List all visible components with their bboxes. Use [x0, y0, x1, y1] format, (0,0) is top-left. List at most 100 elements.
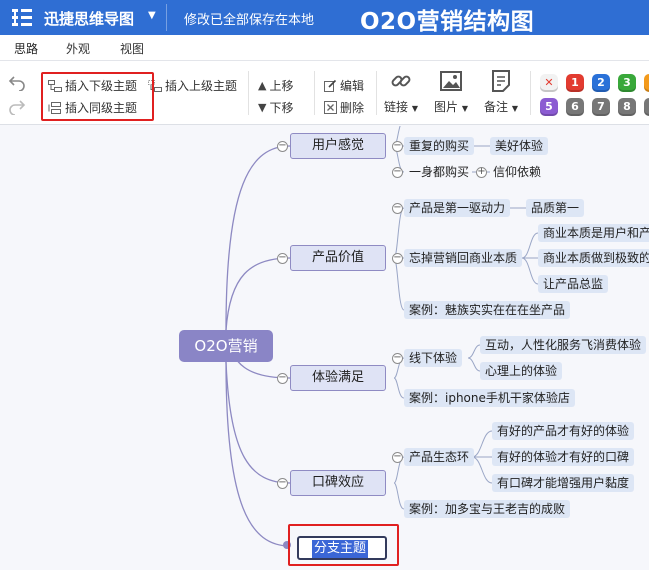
collapse-toggle[interactable]: −	[392, 353, 403, 364]
topic-buy-all[interactable]: 一身都购买	[404, 163, 474, 181]
tab-idea[interactable]: 思路	[14, 40, 38, 57]
undo-icon[interactable]	[8, 75, 26, 91]
new-topic-text[interactable]: 分支主题	[312, 540, 369, 558]
topic-user-stickiness[interactable]: 有口碑才能增强用户黏度	[492, 474, 635, 492]
toolbar-separator	[530, 71, 531, 115]
topic-user-feeling[interactable]: 用户感觉	[290, 133, 386, 159]
tab-appearance[interactable]: 外观	[66, 40, 90, 57]
toolbar: 插入下级主题 插入上级主题 插入同级主题 ▲ 上移 ▼ 下移 编辑 删除 链接 …	[0, 61, 649, 125]
delete-icon	[324, 101, 337, 114]
link-icon	[391, 75, 411, 87]
collapse-toggle[interactable]: −	[392, 253, 403, 264]
topic-case-iphone[interactable]: 案例：iphone手机干家体验店	[404, 389, 575, 407]
topic-product-value[interactable]: 产品价值	[290, 245, 386, 271]
redo-icon[interactable]	[8, 99, 26, 115]
collapse-toggle[interactable]: −	[277, 373, 288, 384]
topic-experience[interactable]: 体验满足	[290, 365, 386, 391]
link-button[interactable]: 链接 ▼	[379, 69, 423, 115]
delete-button[interactable]: 删除	[324, 99, 364, 116]
tab-view[interactable]: 视图	[120, 40, 144, 57]
app-title[interactable]: 迅捷思维导图	[44, 8, 134, 29]
topic-repeat-purchase[interactable]: 重复的购买	[404, 137, 475, 155]
arrow-up-icon: ▲	[258, 79, 267, 92]
image-button[interactable]: 图片 ▼	[429, 69, 473, 115]
topic-faith-dependence[interactable]: 信仰依赖	[488, 163, 546, 181]
collapse-toggle[interactable]: −	[392, 167, 403, 178]
priority-4-icon[interactable]: 4	[644, 74, 649, 92]
topic-psychological-experience[interactable]: 心理上的体验	[480, 362, 563, 380]
insert-sibling-label: 插入同级主题	[65, 101, 138, 115]
ribbon-tabs: 思路 外观 视图	[0, 35, 649, 61]
insert-child-button[interactable]: 插入下级主题	[48, 77, 137, 94]
move-up-button[interactable]: ▲ 上移	[258, 77, 293, 94]
note-button[interactable]: 备注 ▼	[479, 69, 523, 115]
priority-9-icon[interactable]: 9	[644, 98, 649, 116]
note-label: 备注	[484, 100, 509, 114]
mindmap-canvas[interactable]: O2O营销 − 用户感觉 − 重复的购买 美好体验 − 一身都购买 + 信仰依赖…	[0, 126, 649, 570]
priority-3-icon[interactable]: 3	[618, 74, 636, 92]
topic-product-director[interactable]: 让产品总监	[538, 275, 609, 293]
root-topic[interactable]: O2O营销	[179, 330, 273, 362]
branch-dot	[283, 541, 291, 549]
priority-clear-icon[interactable]: ✕	[540, 74, 558, 92]
move-down-label: 下移	[269, 101, 294, 115]
delete-label: 删除	[340, 101, 365, 115]
priority-6-icon[interactable]: 6	[566, 98, 584, 116]
insert-parent-button[interactable]: 插入上级主题	[148, 77, 237, 94]
move-down-button[interactable]: ▼ 下移	[258, 99, 293, 116]
collapse-toggle[interactable]: −	[277, 141, 288, 152]
insert-child-label: 插入下级主题	[65, 79, 138, 93]
title-divider	[166, 4, 167, 31]
topic-forget-marketing[interactable]: 忘掉营销回商业本质	[404, 249, 523, 267]
move-up-label: 上移	[269, 79, 294, 93]
topic-word-of-mouth[interactable]: 口碑效应	[290, 470, 386, 496]
insert-parent-icon	[148, 79, 162, 92]
note-caret-icon[interactable]: ▼	[512, 104, 518, 113]
topic-good-experience[interactable]: 美好体验	[490, 137, 549, 155]
collapse-toggle[interactable]: −	[277, 478, 288, 489]
topic-product-first[interactable]: 产品是第一驱动力	[404, 199, 511, 217]
image-label: 图片	[434, 100, 459, 114]
insert-child-icon	[48, 79, 62, 92]
priority-7-icon[interactable]: 7	[592, 98, 610, 116]
new-topic-editor[interactable]: 分支主题	[297, 536, 387, 560]
topic-good-reputation[interactable]: 有好的体验才有好的口碑	[492, 448, 635, 466]
insert-sibling-button[interactable]: 插入同级主题	[48, 99, 137, 116]
collapse-toggle[interactable]: −	[392, 203, 403, 214]
topic-business-essence-2[interactable]: 商业本质做到极致的	[538, 249, 649, 267]
link-label: 链接	[384, 100, 409, 114]
document-title[interactable]: O2O营销结构图	[360, 2, 534, 36]
collapse-toggle[interactable]: −	[392, 452, 403, 463]
topic-good-product[interactable]: 有好的产品才有好的体验	[492, 422, 635, 440]
arrow-down-icon: ▼	[258, 101, 267, 114]
priority-5-icon[interactable]: 5	[540, 98, 558, 116]
app-menu-caret-icon[interactable]: ▼	[148, 10, 156, 21]
topic-product-ecosystem[interactable]: 产品生态环	[404, 448, 475, 466]
app-window: 迅捷思维导图 ▼ 修改已全部保存在本地 O2O营销结构图 思路 外观 视图 插入…	[0, 0, 649, 570]
priority-2-icon[interactable]: 2	[592, 74, 610, 92]
insert-sibling-icon	[48, 101, 61, 114]
link-caret-icon[interactable]: ▼	[412, 104, 418, 113]
toolbar-separator	[314, 71, 315, 115]
topic-business-essence-1[interactable]: 商业本质是用户和产	[538, 224, 649, 242]
edit-label: 编辑	[340, 79, 365, 93]
topic-interactive-service[interactable]: 互动，人性化服务飞消费体验	[480, 336, 647, 354]
insert-parent-label: 插入上级主题	[165, 79, 238, 93]
image-icon	[440, 71, 462, 91]
edit-button[interactable]: 编辑	[324, 77, 364, 94]
toolbar-separator	[376, 71, 377, 115]
edit-icon	[324, 79, 337, 92]
expand-toggle[interactable]: +	[476, 167, 487, 178]
save-status: 修改已全部保存在本地	[184, 13, 315, 28]
topic-case-meizu[interactable]: 案例：魅族实实在在在坐产品	[404, 301, 571, 319]
priority-8-icon[interactable]: 8	[618, 98, 636, 116]
note-icon	[492, 70, 510, 92]
topic-quality-first[interactable]: 品质第一	[526, 199, 585, 217]
topic-case-jiaduobao[interactable]: 案例：加多宝与王老吉的成败	[404, 500, 571, 518]
priority-1-icon[interactable]: 1	[566, 74, 584, 92]
image-caret-icon[interactable]: ▼	[462, 104, 468, 113]
topic-offline-experience[interactable]: 线下体验	[404, 349, 463, 367]
app-logo-icon	[12, 9, 32, 26]
collapse-toggle[interactable]: −	[277, 253, 288, 264]
collapse-toggle[interactable]: −	[392, 141, 403, 152]
